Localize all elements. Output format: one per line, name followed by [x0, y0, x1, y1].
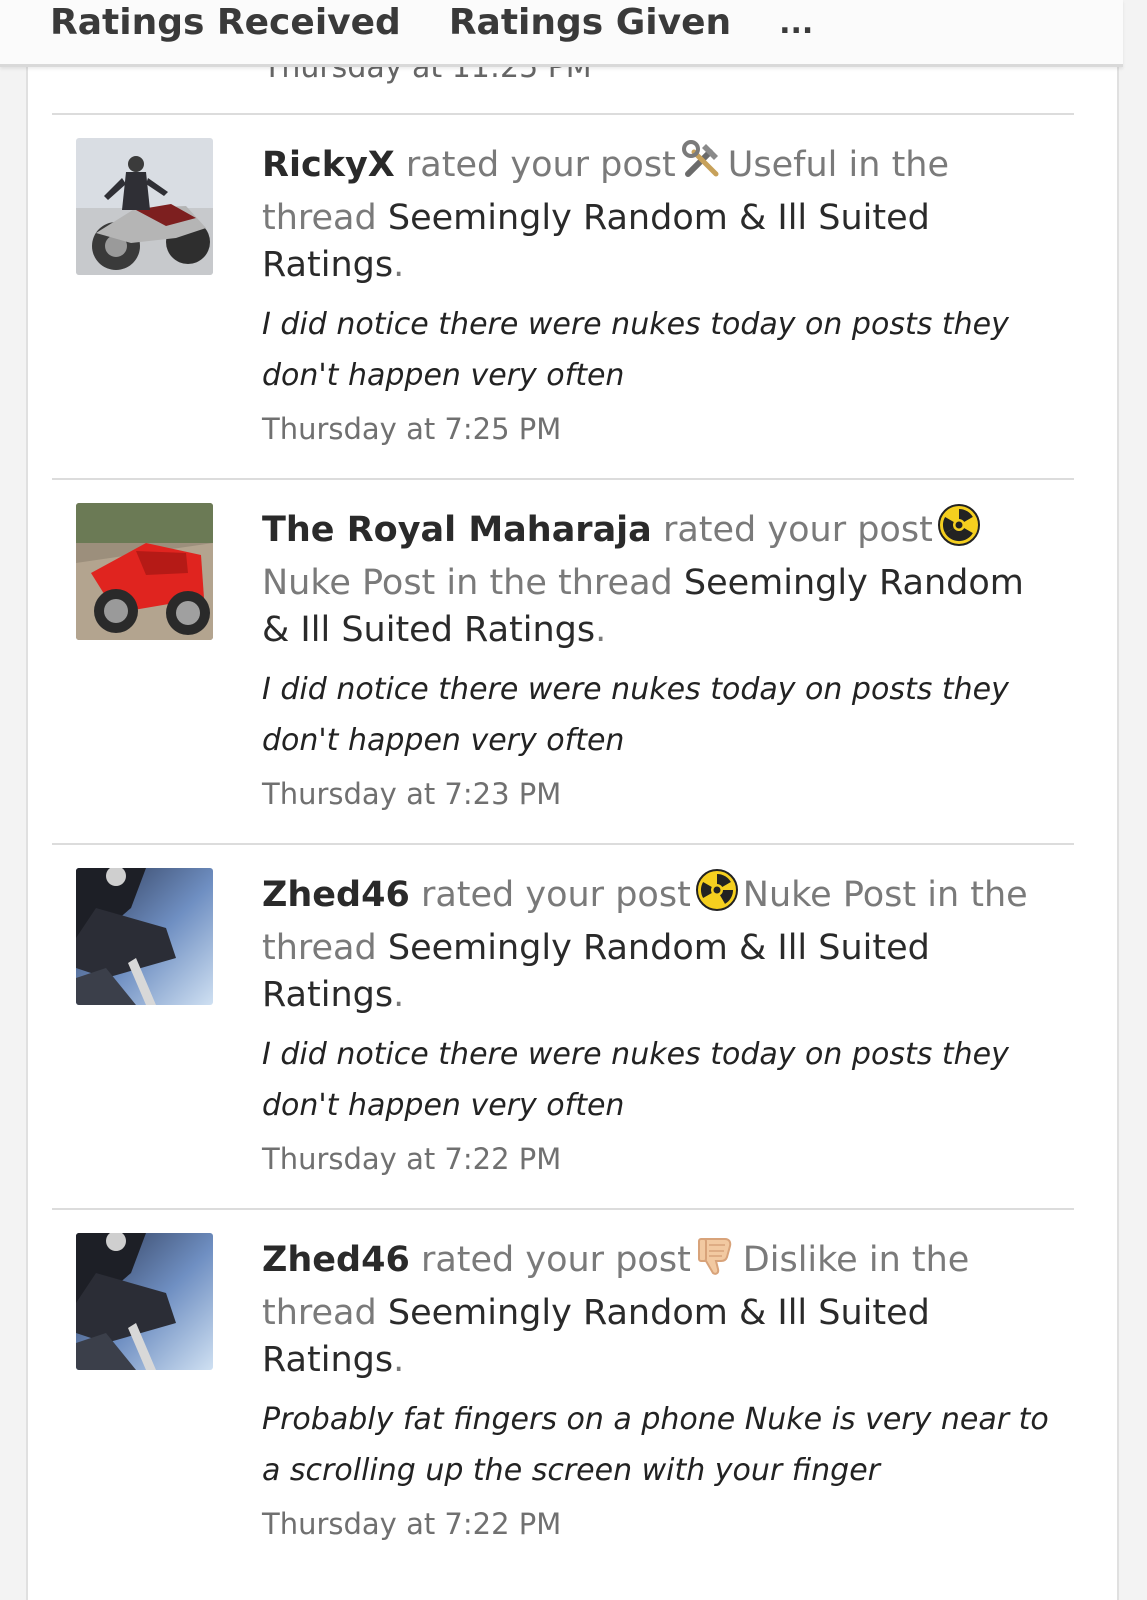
- rating-body: Zhed46 rated your post Nuke Post in the t…: [262, 868, 1062, 1179]
- username-link[interactable]: Zhed46: [262, 1240, 410, 1280]
- ratings-list: Thursday at 11:25 PM RickyX rated your p…: [26, 0, 1119, 1600]
- rating-summary: Zhed46 rated your post Nuke Post in the t…: [262, 868, 1062, 1019]
- timestamp: Thursday at 7:22 PM: [262, 1142, 562, 1176]
- ratings-page: Ratings Received Ratings Given ... Thurs…: [0, 0, 1147, 1600]
- tab-more-menu[interactable]: ...: [779, 2, 813, 46]
- rating-summary: Zhed46 rated your post Dislike in the thr…: [262, 1233, 1062, 1384]
- rating-name: Nuke Post: [262, 563, 436, 603]
- period: .: [393, 1340, 405, 1380]
- post-snippet[interactable]: Probably fat fingers on a phone Nuke is …: [262, 1394, 1062, 1496]
- avatar[interactable]: [76, 138, 213, 275]
- tab-ratings-given[interactable]: Ratings Given: [449, 2, 731, 44]
- post-snippet[interactable]: I did notice there were nukes today on p…: [262, 299, 1062, 401]
- timestamp: Thursday at 7:22 PM: [262, 1507, 562, 1541]
- avatar[interactable]: [76, 868, 213, 1005]
- rating-summary: RickyX rated your post Useful in the thre…: [262, 138, 1062, 289]
- rating-name: Dislike: [742, 1240, 858, 1280]
- tools-icon: [680, 138, 724, 195]
- rating-body: The Royal Maharaja rated your post Nuke P…: [262, 503, 1062, 814]
- avatar[interactable]: [76, 1233, 213, 1370]
- timestamp: Thursday at 7:23 PM: [262, 777, 562, 811]
- post-snippet[interactable]: I did notice there were nukes today on p…: [262, 1029, 1062, 1131]
- rated-text: rated your post: [420, 875, 691, 915]
- period: .: [393, 975, 405, 1015]
- in-the-thread-text: in the thread: [446, 563, 673, 603]
- username-link[interactable]: Zhed46: [262, 875, 410, 915]
- rated-text: rated your post: [662, 510, 933, 550]
- divider: [52, 843, 1074, 845]
- post-snippet[interactable]: I did notice there were nukes today on p…: [262, 664, 1062, 766]
- username-link[interactable]: The Royal Maharaja: [262, 510, 652, 550]
- rating-name: Useful: [727, 145, 838, 185]
- divider: [52, 1208, 1074, 1210]
- rating-body: Zhed46 rated your post Dislike in the thr…: [262, 1233, 1062, 1544]
- rating-name: Nuke Post: [742, 875, 917, 915]
- divider: [52, 113, 1074, 115]
- avatar[interactable]: [76, 503, 213, 640]
- period: .: [393, 245, 405, 285]
- timestamp: Thursday at 7:25 PM: [262, 412, 562, 446]
- rated-text: rated your post: [405, 145, 676, 185]
- rated-text: rated your post: [420, 1240, 691, 1280]
- period: .: [595, 610, 607, 650]
- username-link[interactable]: RickyX: [262, 145, 395, 185]
- tab-ratings-received[interactable]: Ratings Received: [50, 2, 401, 44]
- radiation-icon: [695, 868, 739, 925]
- rating-body: RickyX rated your post Useful in the thre…: [262, 138, 1062, 449]
- radiation-icon: [937, 503, 981, 560]
- divider: [52, 478, 1074, 480]
- tab-bar: Ratings Received Ratings Given ...: [0, 0, 1123, 67]
- thumbs-down-icon: [695, 1233, 739, 1290]
- rating-summary: The Royal Maharaja rated your post Nuke P…: [262, 503, 1062, 654]
